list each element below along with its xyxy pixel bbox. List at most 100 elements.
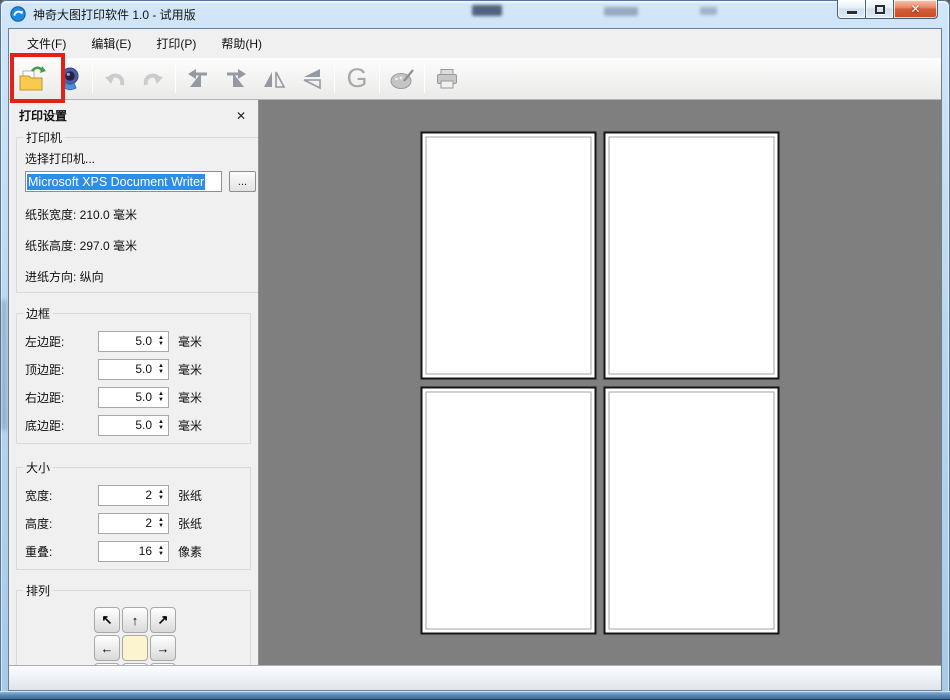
spinner-buttons: ▲ ▼ [156, 419, 168, 431]
spinner-buttons: ▲ ▼ [156, 545, 168, 557]
spinner-down-icon[interactable]: ▼ [158, 425, 164, 431]
panel-header: 打印设置 ✕ [9, 100, 258, 126]
arrange-right-button[interactable]: → [150, 635, 176, 661]
spinner-down-icon[interactable]: ▼ [158, 495, 164, 501]
redo-icon [140, 67, 166, 91]
size-group: 大小 宽度: 2 ▲ ▼ 张纸 高度: 2 ▲ ▼ 张纸 重叠: 16 ▲ ▼ … [16, 459, 251, 570]
close-button[interactable]: ✕ [893, 0, 938, 19]
toolbar-separator [175, 64, 176, 93]
margin-top-row: 顶边距: 5.0 ▲ ▼ 毫米 [25, 358, 244, 380]
paper-height-info: 纸张高度: 297.0 毫米 [25, 239, 138, 253]
arrange-left-button[interactable]: ← [94, 635, 120, 661]
flip-vertical-icon [300, 67, 324, 91]
spinner-down-icon[interactable]: ▼ [158, 551, 164, 557]
window-title: 神奇大图打印软件 1.0 - 试用版 [33, 7, 196, 22]
window-bottom-border [0, 691, 950, 700]
arrange-up-right-button[interactable]: ↗ [150, 607, 176, 633]
main-content: 打印设置 ✕ 打印机 选择打印机... Microsoft XPS Docume… [9, 100, 941, 665]
app-logo-icon [10, 6, 26, 22]
border-group-legend: 边框 [26, 307, 51, 321]
spinner-buttons: ▲ ▼ [156, 391, 168, 403]
margin-right-label: 右边距: [25, 390, 65, 405]
menu-print[interactable]: 打印(P) [147, 31, 205, 56]
panel-title: 打印设置 [19, 109, 68, 123]
menu-help[interactable]: 帮助(H) [212, 31, 271, 56]
sheets-width-label: 宽度: [25, 488, 53, 503]
overlap-row: 重叠: 16 ▲ ▼ 像素 [25, 540, 244, 562]
sheets-width-spinner[interactable]: 2 ▲ ▼ [98, 484, 169, 506]
unit-label: 毫米 [178, 418, 203, 433]
unit-label: 毫米 [178, 362, 203, 377]
unit-label: 毫米 [178, 334, 203, 349]
sheets-height-label: 高度: [25, 516, 53, 531]
minimize-icon [846, 11, 857, 14]
print-settings-panel: 打印设置 ✕ 打印机 选择打印机... Microsoft XPS Docume… [9, 100, 259, 665]
sheets-width-row: 宽度: 2 ▲ ▼ 张纸 [25, 484, 244, 506]
minimize-button[interactable] [837, 0, 866, 19]
rotate-right-button[interactable] [217, 61, 255, 97]
spinner-buttons: ▲ ▼ [156, 335, 168, 347]
watermark-smudge [604, 7, 638, 16]
margin-top-label: 顶边距: [25, 362, 65, 377]
undo-button[interactable] [96, 61, 134, 97]
status-bar [9, 665, 941, 690]
arrange-up-left-button[interactable]: ↖ [94, 607, 120, 633]
printer-name-input[interactable]: Microsoft XPS Document Writer [25, 171, 222, 192]
undo-icon [102, 67, 128, 91]
spinner-down-icon[interactable]: ▼ [158, 523, 164, 529]
menu-bar: 文件(F) 编辑(E) 打印(P) 帮助(H) [9, 29, 941, 58]
close-icon: ✕ [910, 2, 921, 16]
redo-button[interactable] [134, 61, 172, 97]
arrange-center-button[interactable] [122, 635, 148, 661]
margin-bottom-spinner[interactable]: 5.0 ▲ ▼ [98, 414, 169, 436]
rotate-right-icon [223, 67, 249, 91]
margin-top-spinner[interactable]: 5.0 ▲ ▼ [98, 358, 169, 380]
spinner-down-icon[interactable]: ▼ [158, 397, 164, 403]
title-bar: 神奇大图打印软件 1.0 - 试用版 ✕ [0, 0, 950, 28]
margin-right-spinner[interactable]: 5.0 ▲ ▼ [98, 386, 169, 408]
rotate-left-icon [185, 67, 211, 91]
unit-label: 张纸 [178, 516, 203, 531]
printer-group: 打印机 选择打印机... Microsoft XPS Document Writ… [16, 129, 258, 293]
unit-label: 张纸 [178, 488, 203, 503]
margin-bottom-label: 底边距: [25, 418, 65, 433]
grayscale-g-icon: G [346, 63, 368, 93]
rotate-left-button[interactable] [179, 61, 217, 97]
toolbar: G [9, 53, 941, 103]
select-printer-label: 选择打印机... [25, 152, 96, 166]
spinner-down-icon[interactable]: ▼ [158, 369, 164, 375]
overlap-label: 重叠: [25, 544, 53, 559]
window-controls: ✕ [837, 0, 938, 19]
page-preview-3 [420, 386, 597, 634]
margin-bottom-row: 底边距: 5.0 ▲ ▼ 毫米 [25, 414, 244, 436]
page-preview-2 [603, 131, 780, 379]
palette-icon [389, 68, 415, 90]
sheets-height-spinner[interactable]: 2 ▲ ▼ [98, 512, 169, 534]
page-preview-1 [420, 131, 597, 379]
printer-name-selected-text: Microsoft XPS Document Writer [27, 173, 206, 190]
margin-left-spinner[interactable]: 5.0 ▲ ▼ [98, 330, 169, 352]
browse-printer-button[interactable]: ... [229, 171, 256, 192]
arrange-pad: ↖ ↑ ↗ ← → ↙ ↓ ↘ [94, 607, 244, 665]
toolbar-separator [424, 64, 425, 93]
arrange-up-button[interactable]: ↑ [122, 607, 148, 633]
print-button[interactable] [428, 61, 466, 97]
menu-edit[interactable]: 编辑(E) [82, 31, 140, 56]
page-margin-line [608, 136, 775, 374]
unit-label: 毫米 [178, 390, 203, 405]
flip-horizontal-button[interactable] [255, 61, 293, 97]
spinner-down-icon[interactable]: ▼ [158, 341, 164, 347]
open-button-highlight [10, 53, 65, 103]
page-margin-line [425, 391, 592, 629]
flip-vertical-button[interactable] [293, 61, 331, 97]
maximize-button[interactable] [866, 0, 893, 19]
color-adjust-button[interactable] [383, 61, 421, 97]
overlap-spinner[interactable]: 16 ▲ ▼ [98, 540, 169, 562]
panel-close-icon[interactable]: ✕ [234, 109, 248, 123]
spinner-buttons: ▲ ▼ [156, 363, 168, 375]
preview-canvas [259, 100, 941, 665]
margin-right-row: 右边距: 5.0 ▲ ▼ 毫米 [25, 386, 244, 408]
flip-horizontal-icon [261, 68, 287, 90]
grayscale-button[interactable]: G [338, 61, 376, 97]
feed-direction-info: 进纸方向: 纵向 [25, 270, 104, 284]
